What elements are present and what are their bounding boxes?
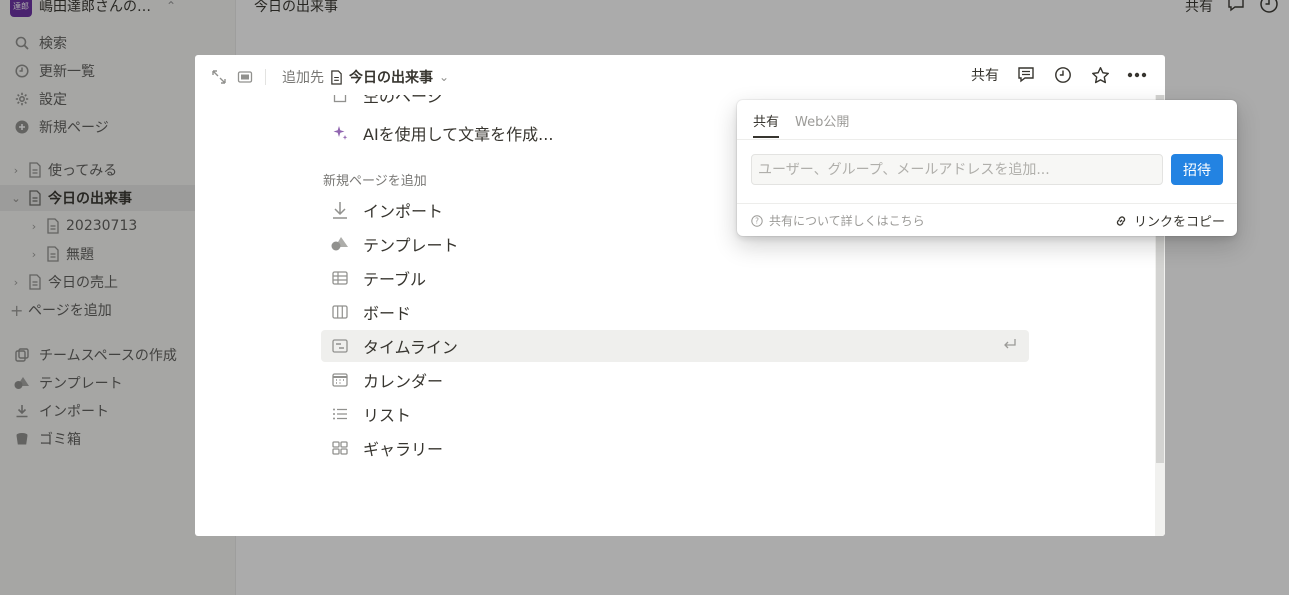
timeline-option[interactable]: タイムライン: [321, 330, 1029, 362]
table-icon: [331, 269, 349, 287]
calendar-option[interactable]: カレンダー: [321, 364, 1029, 396]
gallery-icon: [331, 439, 349, 457]
section-label: 新規ページを追加: [323, 174, 427, 189]
document-icon: [331, 69, 342, 85]
history-icon[interactable]: [1053, 65, 1073, 85]
share-tabs: 共有 Web公開: [753, 111, 849, 138]
sparkle-icon: [331, 124, 349, 142]
help-icon: ?: [751, 214, 763, 227]
option-label: カレンダー: [363, 372, 444, 391]
option-label: AIを使用して文章を作成...: [363, 125, 554, 144]
tab-share[interactable]: 共有: [753, 111, 780, 138]
timeline-icon: [331, 337, 349, 355]
calendar-icon: [331, 371, 349, 389]
invite-input[interactable]: [751, 154, 1163, 185]
share-popover: 共有 Web公開 招待 ? 共有について詳しくはこちら リンクをコピー: [737, 100, 1237, 236]
download-icon: [331, 201, 349, 219]
target-page-selector[interactable]: 今日の出来事: [349, 67, 433, 87]
svg-text:?: ?: [755, 216, 759, 225]
learn-about-sharing-link[interactable]: ? 共有について詳しくはこちら: [751, 212, 925, 229]
divider: [737, 203, 1237, 204]
copy-link-label: リンクをコピー: [1133, 215, 1225, 230]
learn-more-label: 共有について詳しくはこちら: [769, 214, 925, 228]
divider: [737, 139, 1237, 140]
list-icon: [331, 405, 349, 423]
table-option[interactable]: テーブル: [321, 262, 1029, 294]
list-option[interactable]: リスト: [321, 398, 1029, 430]
option-label: タイムライン: [363, 338, 458, 357]
modal-actions: 共有: [971, 65, 1147, 85]
breadcrumb-prefix: 追加先: [282, 70, 324, 86]
star-icon[interactable]: [1090, 65, 1110, 85]
modal-header: 追加先 今日の出来事 ⌄ 共有: [195, 55, 1165, 99]
option-label: ギャラリー: [363, 440, 444, 459]
option-label: テーブル: [363, 270, 427, 289]
comment-icon[interactable]: [1016, 65, 1036, 85]
gallery-option[interactable]: ギャラリー: [321, 432, 1029, 464]
breadcrumb: 追加先 今日の出来事 ⌄: [282, 67, 449, 87]
shapes-icon: [331, 235, 349, 253]
option-label: テンプレート: [363, 236, 459, 255]
board-icon: [331, 303, 349, 321]
share-button[interactable]: 共有: [971, 65, 999, 85]
enter-key-icon: [1003, 338, 1017, 354]
chevron-down-icon[interactable]: ⌄: [439, 70, 449, 84]
more-options-icon[interactable]: [1127, 65, 1147, 85]
tab-publish[interactable]: Web公開: [795, 111, 849, 138]
option-label: ボード: [363, 304, 412, 323]
invite-button[interactable]: 招待: [1171, 154, 1223, 185]
peek-mode-icon[interactable]: [237, 69, 253, 89]
copy-link-button[interactable]: リンクをコピー: [1114, 211, 1225, 230]
board-option[interactable]: ボード: [321, 296, 1029, 328]
option-label: リスト: [363, 406, 412, 425]
link-icon: [1116, 215, 1126, 226]
option-label: インポート: [363, 202, 444, 221]
divider: [265, 69, 266, 85]
expand-icon[interactable]: [211, 69, 227, 89]
